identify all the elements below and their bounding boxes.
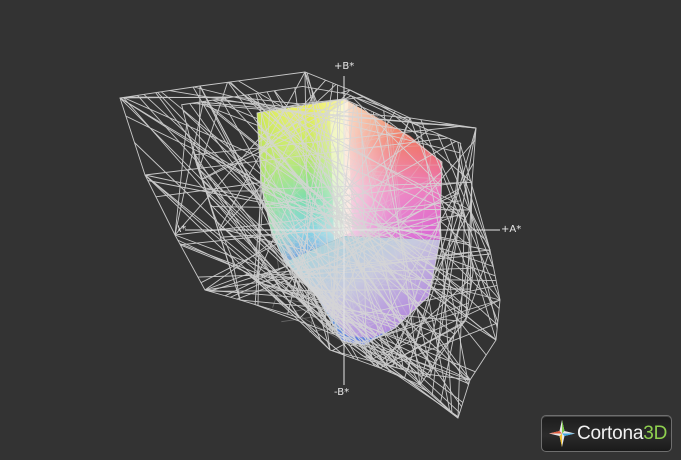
brand-text: Cortona	[577, 423, 644, 444]
axis-label-b-positive: +B*	[334, 61, 355, 72]
brand-3d-suffix: 3D	[643, 423, 668, 444]
brand-name: Cortona3D	[577, 415, 667, 452]
axis-label-b-negative: -B*	[334, 387, 350, 398]
wire-segment	[440, 220, 471, 248]
cortona3d-logo-button[interactable]: Cortona3D	[541, 415, 672, 452]
wire-segment	[437, 133, 494, 268]
cortona-star-icon	[549, 420, 575, 447]
axis-label-a-positive: +A*	[501, 224, 522, 235]
3d-viewport[interactable]: +B* -B* +A* -A*	[0, 0, 681, 460]
wire-segment	[198, 85, 201, 172]
wire-segment	[458, 162, 498, 329]
